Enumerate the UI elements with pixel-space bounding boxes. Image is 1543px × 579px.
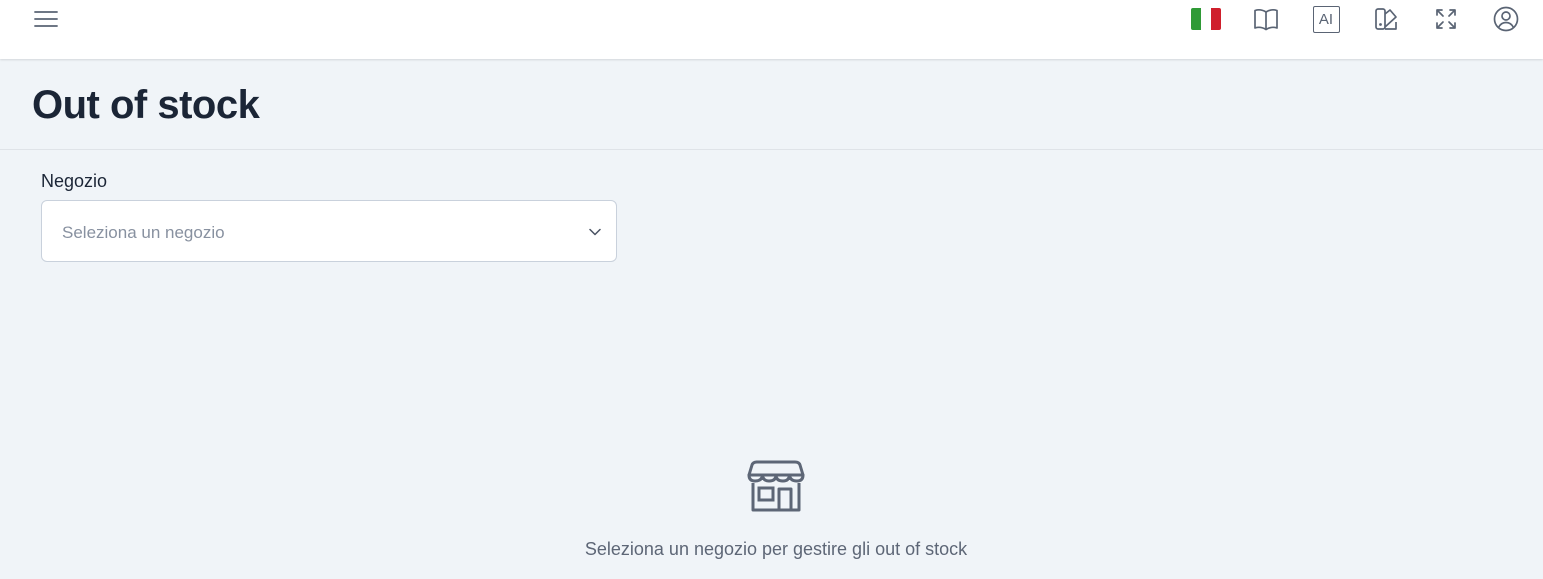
page-header: Out of stock <box>0 59 1543 150</box>
user-circle-icon[interactable] <box>1491 4 1521 34</box>
ai-label: AI <box>1312 5 1340 33</box>
italy-flag-icon[interactable] <box>1191 8 1221 30</box>
page-title: Out of stock <box>32 83 260 127</box>
store-icon <box>747 459 805 515</box>
book-open-icon[interactable] <box>1251 4 1281 34</box>
store-select-placeholder: Seleziona un negozio <box>62 223 225 242</box>
top-bar: AI <box>0 0 1543 59</box>
empty-state-message: Seleziona un negozio per gestire gli out… <box>584 539 968 559</box>
palette-icon[interactable] <box>1371 4 1401 34</box>
store-select[interactable]: Seleziona un negozio <box>41 200 617 262</box>
chevron-down-icon <box>588 225 602 239</box>
fullscreen-icon[interactable] <box>1431 4 1461 34</box>
store-field-label: Negozio <box>41 171 108 191</box>
hamburger-menu-icon[interactable] <box>31 6 61 32</box>
ai-icon[interactable]: AI <box>1311 4 1341 34</box>
